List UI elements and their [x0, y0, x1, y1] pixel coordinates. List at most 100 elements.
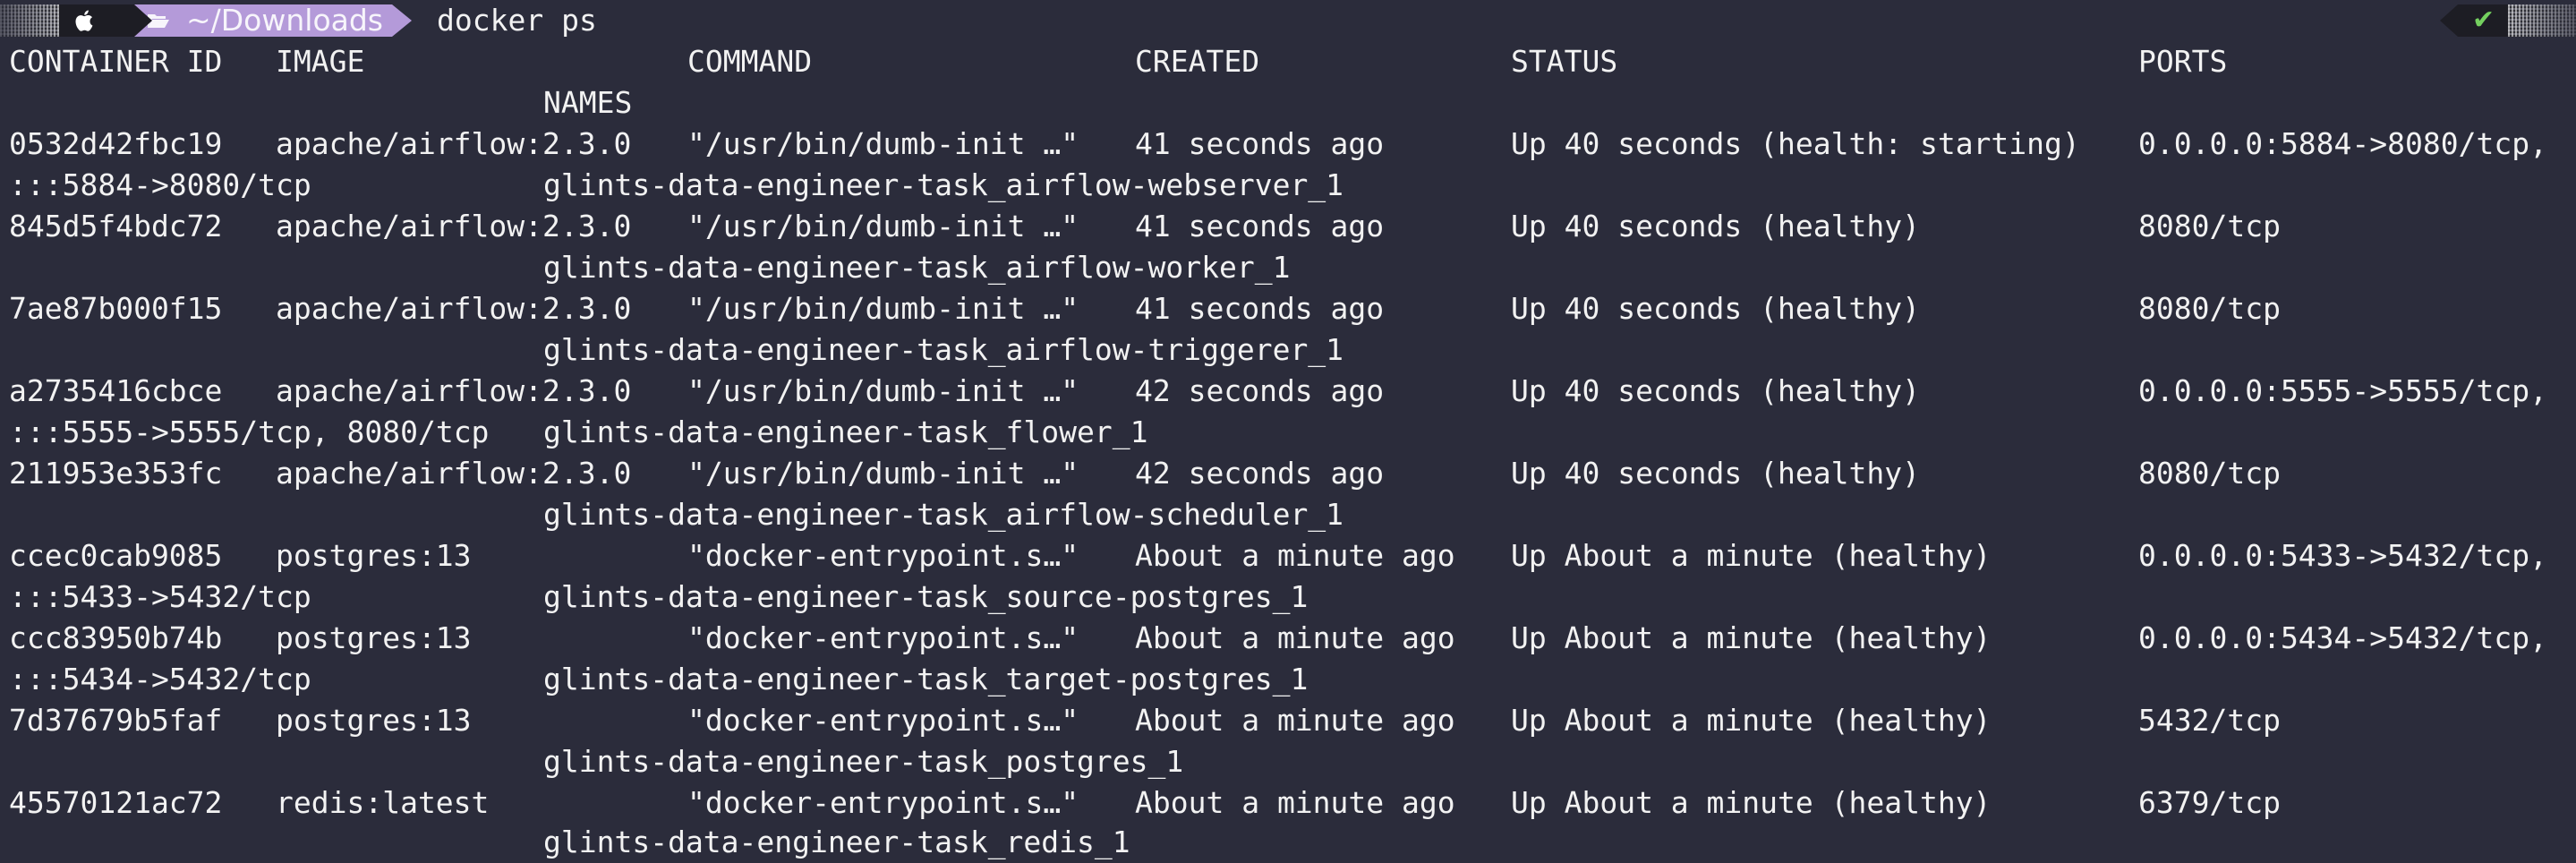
table-row[interactable]: a2735416cbce apache/airflow:2.3.0 "/usr/…	[0, 371, 2576, 412]
container-status: Up 40 seconds (health: starting)	[1511, 126, 2080, 161]
table-row-wrap: glints-data-engineer-task_redis_1	[0, 822, 2576, 863]
container-command: "/usr/bin/dumb-init …"	[687, 373, 1079, 408]
table-row-wrap: :::5884->8080/tcp glints-data-engineer-t…	[0, 165, 2576, 206]
table-row-wrap: glints-data-engineer-task_airflow-schedu…	[0, 494, 2576, 535]
table-row[interactable]: 211953e353fc apache/airflow:2.3.0 "/usr/…	[0, 453, 2576, 494]
prompt-separator-arrow	[134, 4, 152, 37]
table-header-row: CONTAINER ID IMAGE COMMAND CREATED STATU…	[0, 41, 2576, 82]
table-row-wrap: glints-data-engineer-task_airflow-trigge…	[0, 329, 2576, 371]
table-header-row-wrap: NAMES	[0, 82, 2576, 124]
table-row-wrap: :::5555->5555/tcp, 8080/tcp glints-data-…	[0, 412, 2576, 453]
container-name: glints-data-engineer-task_source-postgre…	[543, 579, 1309, 614]
container-image: apache/airflow:2.3.0	[276, 456, 632, 491]
header-image: IMAGE	[276, 44, 365, 79]
container-ports: 5432/tcp	[2138, 703, 2281, 738]
container-name: glints-data-engineer-task_airflow-webser…	[543, 167, 1344, 202]
container-image: postgres:13	[276, 703, 472, 738]
header-names: NAMES	[543, 85, 633, 120]
table-row-wrap: glints-data-engineer-task_postgres_1	[0, 741, 2576, 782]
container-created: 41 seconds ago	[1135, 126, 1385, 161]
table-row[interactable]: ccec0cab9085 postgres:13 "docker-entrypo…	[0, 535, 2576, 577]
container-created: About a minute ago	[1135, 785, 1455, 820]
container-ports-continued: :::5555->5555/tcp, 8080/tcp	[9, 414, 490, 449]
container-ports: 8080/tcp	[2138, 291, 2281, 326]
container-id: 7ae87b000f15	[9, 291, 223, 326]
container-image: apache/airflow:2.3.0	[276, 373, 632, 408]
container-ports: 0.0.0.0:5555->5555/tcp,	[2138, 373, 2547, 408]
table-row[interactable]: 0532d42fbc19 apache/airflow:2.3.0 "/usr/…	[0, 124, 2576, 165]
container-status: Up 40 seconds (healthy)	[1511, 209, 1920, 244]
container-ports: 0.0.0.0:5434->5432/tcp,	[2138, 620, 2547, 655]
container-name: glints-data-engineer-task_target-postgre…	[543, 662, 1309, 696]
header-created: CREATED	[1135, 44, 1260, 79]
prompt-separator-arrow	[392, 4, 412, 37]
container-id: a2735416cbce	[9, 373, 223, 408]
container-command: "docker-entrypoint.s…"	[687, 538, 1079, 573]
container-ports: 8080/tcp	[2138, 456, 2281, 491]
container-id: 45570121ac72	[9, 785, 223, 820]
container-name: glints-data-engineer-task_airflow-worker…	[543, 250, 1291, 285]
prompt-left-decoration	[0, 4, 63, 37]
container-image: postgres:13	[276, 538, 472, 573]
container-name: glints-data-engineer-task_postgres_1	[543, 744, 1184, 779]
container-created: 41 seconds ago	[1135, 209, 1385, 244]
container-created: About a minute ago	[1135, 538, 1455, 573]
container-name: glints-data-engineer-task_flower_1	[543, 414, 1148, 449]
header-container-id: CONTAINER ID	[9, 44, 223, 79]
container-id: ccc83950b74b	[9, 620, 223, 655]
container-ports: 6379/tcp	[2138, 785, 2281, 820]
prompt-directory-segment: ~/Downloads	[134, 3, 412, 38]
header-ports: PORTS	[2138, 44, 2228, 79]
typed-command[interactable]: docker ps	[437, 0, 597, 41]
container-status: Up About a minute (healthy)	[1511, 703, 1992, 738]
table-row-wrap: glints-data-engineer-task_airflow-worker…	[0, 247, 2576, 288]
container-command: "/usr/bin/dumb-init …"	[687, 456, 1079, 491]
table-row[interactable]: 7d37679b5faf postgres:13 "docker-entrypo…	[0, 700, 2576, 741]
container-command: "/usr/bin/dumb-init …"	[687, 209, 1079, 244]
container-ports-continued: :::5884->8080/tcp	[9, 167, 311, 202]
terminal-window[interactable]: ~/Downloads docker ps ✔ CONTAINER ID IMA…	[0, 0, 2576, 863]
container-ports-continued: :::5433->5432/tcp	[9, 579, 311, 614]
container-id: 211953e353fc	[9, 456, 223, 491]
container-image: postgres:13	[276, 620, 472, 655]
container-status: Up About a minute (healthy)	[1511, 620, 1992, 655]
container-command: "docker-entrypoint.s…"	[687, 703, 1079, 738]
container-image: apache/airflow:2.3.0	[276, 291, 632, 326]
table-row[interactable]: 845d5f4bdc72 apache/airflow:2.3.0 "/usr/…	[0, 206, 2576, 247]
table-row-wrap: :::5433->5432/tcp glints-data-engineer-t…	[0, 577, 2576, 618]
container-ports: 0.0.0.0:5884->8080/tcp,	[2138, 126, 2547, 161]
checkmark-icon: ✔	[2472, 4, 2495, 36]
table-row[interactable]: 45570121ac72 redis:latest "docker-entryp…	[0, 782, 2576, 824]
container-image: redis:latest	[276, 785, 490, 820]
container-status: Up About a minute (healthy)	[1511, 785, 1992, 820]
apple-icon	[75, 10, 93, 31]
container-ports-continued: :::5434->5432/tcp	[9, 662, 311, 696]
container-created: About a minute ago	[1135, 620, 1455, 655]
container-command: "/usr/bin/dumb-init …"	[687, 126, 1079, 161]
container-command: "docker-entrypoint.s…"	[687, 620, 1079, 655]
container-id: 845d5f4bdc72	[9, 209, 223, 244]
prompt-directory: ~/Downloads	[186, 3, 383, 38]
container-created: 42 seconds ago	[1135, 373, 1385, 408]
shell-prompt: ~/Downloads docker ps ✔	[0, 0, 2576, 41]
container-command: "docker-entrypoint.s…"	[687, 785, 1079, 820]
container-id: 7d37679b5faf	[9, 703, 223, 738]
header-status: STATUS	[1511, 44, 1618, 79]
container-image: apache/airflow:2.3.0	[276, 209, 632, 244]
container-id: ccec0cab9085	[9, 538, 223, 573]
container-created: 41 seconds ago	[1135, 291, 1385, 326]
container-ports: 0.0.0.0:5433->5432/tcp,	[2138, 538, 2547, 573]
container-created: About a minute ago	[1135, 703, 1455, 738]
prompt-separator-arrow	[2440, 4, 2458, 37]
container-id: 0532d42fbc19	[9, 126, 223, 161]
table-row[interactable]: 7ae87b000f15 apache/airflow:2.3.0 "/usr/…	[0, 288, 2576, 329]
container-status: Up About a minute (healthy)	[1511, 538, 1992, 573]
container-created: 42 seconds ago	[1135, 456, 1385, 491]
container-ports: 8080/tcp	[2138, 209, 2281, 244]
container-command: "/usr/bin/dumb-init …"	[687, 291, 1079, 326]
table-row-wrap: :::5434->5432/tcp glints-data-engineer-t…	[0, 659, 2576, 700]
container-status: Up 40 seconds (healthy)	[1511, 456, 1920, 491]
header-command: COMMAND	[687, 44, 813, 79]
prompt-right-decoration	[2508, 4, 2576, 37]
table-row[interactable]: ccc83950b74b postgres:13 "docker-entrypo…	[0, 618, 2576, 659]
